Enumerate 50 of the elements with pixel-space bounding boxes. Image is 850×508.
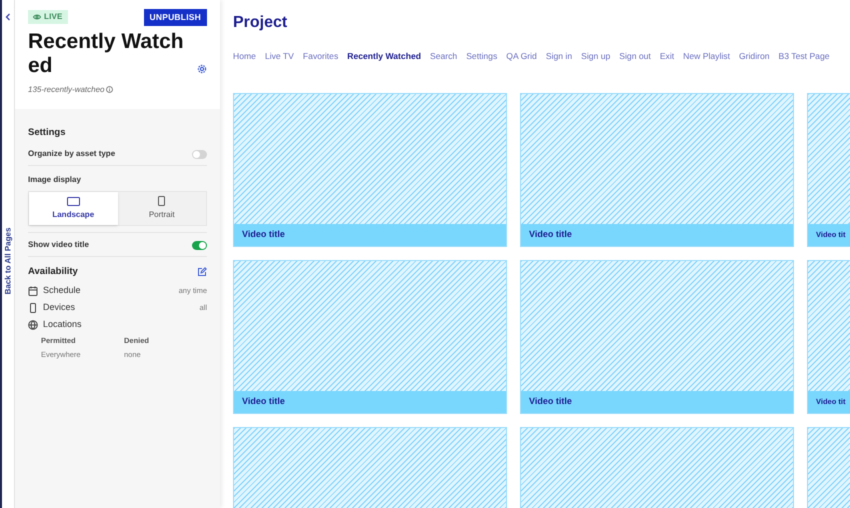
video-card[interactable]: Video title xyxy=(520,260,794,414)
setting-label: Image display xyxy=(28,174,82,186)
toggle-switch[interactable] xyxy=(192,240,207,250)
nav-link[interactable]: Sign up xyxy=(581,50,610,63)
section-heading: Availability xyxy=(28,265,78,279)
nav-link[interactable]: Recently Watched xyxy=(347,50,421,63)
status-badge: LIVE xyxy=(28,10,68,24)
info-icon[interactable] xyxy=(106,86,114,94)
setting-label: Organize by asset type xyxy=(28,148,116,160)
landscape-icon xyxy=(66,196,80,206)
eye-icon xyxy=(33,14,41,20)
page-title: Recently Watched xyxy=(28,30,185,78)
chevron-left-icon[interactable] xyxy=(5,13,11,21)
toggle-switch[interactable] xyxy=(192,150,207,158)
video-card[interactable]: Video title xyxy=(233,260,507,414)
video-title: Video title xyxy=(529,228,572,242)
nav-link[interactable]: Settings xyxy=(466,50,498,63)
nav-link[interactable]: Sign out xyxy=(619,50,651,63)
back-link[interactable]: Back to All Pages xyxy=(2,228,14,294)
nav-link[interactable]: Sign in xyxy=(546,50,572,63)
availability-label: Devices xyxy=(43,301,76,314)
portrait-icon xyxy=(158,196,166,206)
unpublish-button[interactable]: UNPUBLISH xyxy=(144,9,207,26)
project-title: Project xyxy=(233,13,288,33)
video-title: Video title xyxy=(529,395,572,408)
video-title: Video title xyxy=(242,228,285,242)
page-slug: 135-recently-watcheo xyxy=(28,84,104,96)
video-card[interactable]: Video title xyxy=(233,92,507,247)
section-heading: Settings xyxy=(28,126,66,140)
availability-label: Schedule xyxy=(43,284,81,297)
display-option[interactable]: Portrait xyxy=(118,192,206,225)
nav-link[interactable]: New Playlist xyxy=(683,50,730,63)
display-option[interactable]: Landscape xyxy=(29,192,118,225)
nav-link[interactable]: Gridiron xyxy=(738,50,770,63)
video-title: Video title xyxy=(242,395,285,408)
nav-link[interactable]: B3 Test Page xyxy=(778,50,830,63)
availability-label: Locations xyxy=(43,318,82,331)
nav-link[interactable]: Home xyxy=(233,50,256,63)
setting-label: Show video title xyxy=(28,239,89,251)
globe-icon xyxy=(28,320,38,330)
phone-icon xyxy=(28,302,38,313)
nav-link[interactable]: Search xyxy=(430,50,458,63)
nav-link[interactable]: Exit xyxy=(660,50,674,63)
settings-icon[interactable] xyxy=(197,64,207,74)
calendar-icon xyxy=(28,286,38,296)
nav-link[interactable]: QA Grid xyxy=(506,50,537,63)
video-card[interactable]: Video title xyxy=(520,92,794,247)
nav-link[interactable]: Live TV xyxy=(264,50,294,63)
edit-icon[interactable] xyxy=(197,267,207,278)
nav-link[interactable]: Favorites xyxy=(302,50,338,63)
